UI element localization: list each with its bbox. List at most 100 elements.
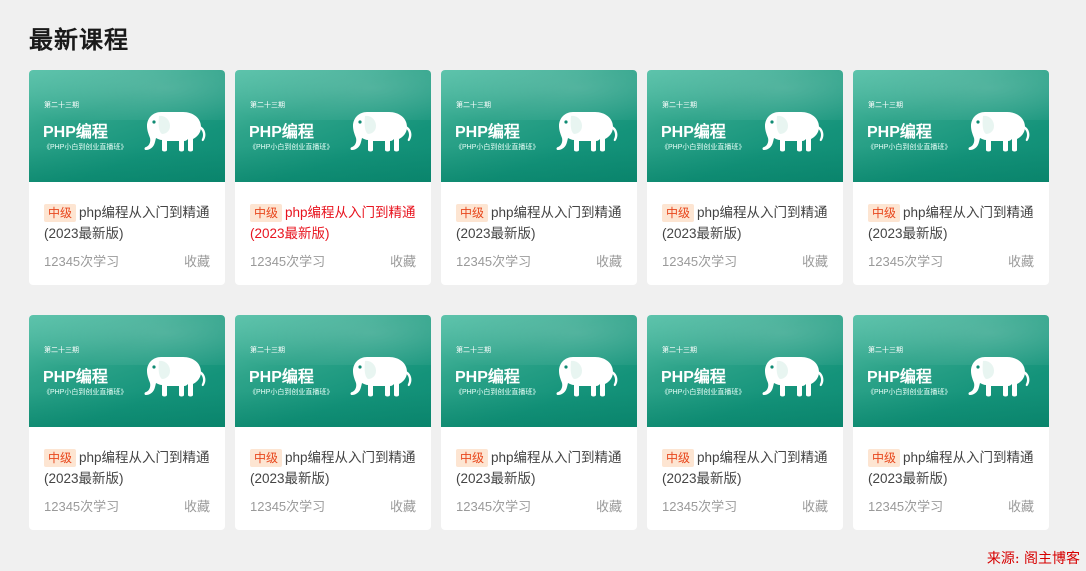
course-card[interactable]: 第二十三期 PHP编程 《PHP小白到创业直播班》 中级 php编程从入门到精通(… <box>29 70 225 285</box>
favorite-button[interactable]: 收藏 <box>184 496 210 515</box>
course-meta: 12345次学习 收藏 <box>662 251 828 270</box>
course-name[interactable]: 中级 php编程从入门到精通(2023最新版) <box>456 202 622 244</box>
course-card[interactable]: 第二十三期 PHP编程 《PHP小白到创业直播班》 中级 php编程从入门到精通(… <box>853 315 1049 530</box>
cover-title: PHP编程 <box>661 369 726 386</box>
favorite-button[interactable]: 收藏 <box>184 251 210 270</box>
cover-subtitle: 《PHP小白到创业直播班》 <box>43 144 128 151</box>
favorite-button[interactable]: 收藏 <box>596 251 622 270</box>
elephant-icon <box>350 357 412 397</box>
level-badge: 中级 <box>662 204 695 222</box>
course-name[interactable]: 中级 php编程从入门到精通(2023最新版) <box>44 202 210 244</box>
learner-count: 12345次学习 <box>662 254 738 269</box>
favorite-button[interactable]: 收藏 <box>802 251 828 270</box>
course-meta: 12345次学习 收藏 <box>44 496 210 515</box>
course-info: 中级 php编程从入门到精通(2023最新版) 12345次学习 收藏 <box>29 182 225 270</box>
course-cover[interactable]: 第二十三期 PHP编程 《PHP小白到创业直播班》 <box>853 315 1049 427</box>
elephant-icon <box>762 112 824 152</box>
learner-count: 12345次学习 <box>44 254 120 269</box>
learner-count: 12345次学习 <box>456 254 532 269</box>
course-info: 中级 php编程从入门到精通(2023最新版) 12345次学习 收藏 <box>29 427 225 515</box>
cover-title: PHP编程 <box>455 369 520 386</box>
course-info: 中级 php编程从入门到精通(2023最新版) 12345次学习 收藏 <box>853 182 1049 270</box>
cover-period: 第二十三期 <box>250 102 285 109</box>
course-name[interactable]: 中级 php编程从入门到精通(2023最新版) <box>250 447 416 489</box>
cover-title: PHP编程 <box>43 369 108 386</box>
course-meta: 12345次学习 收藏 <box>662 496 828 515</box>
level-badge: 中级 <box>868 449 901 467</box>
course-meta: 12345次学习 收藏 <box>250 251 416 270</box>
course-cover[interactable]: 第二十三期 PHP编程 《PHP小白到创业直播班》 <box>647 70 843 182</box>
favorite-button[interactable]: 收藏 <box>390 251 416 270</box>
cover-period: 第二十三期 <box>44 102 79 109</box>
cover-period: 第二十三期 <box>868 102 903 109</box>
favorite-button[interactable]: 收藏 <box>802 496 828 515</box>
course-card[interactable]: 第二十三期 PHP编程 《PHP小白到创业直播班》 中级 php编程从入门到精通(… <box>29 315 225 530</box>
learner-count: 12345次学习 <box>250 254 326 269</box>
cover-title: PHP编程 <box>867 369 932 386</box>
course-info: 中级 php编程从入门到精通(2023最新版) 12345次学习 收藏 <box>235 427 431 515</box>
course-card[interactable]: 第二十三期 PHP编程 《PHP小白到创业直播班》 中级 php编程从入门到精通(… <box>853 70 1049 285</box>
course-card[interactable]: 第二十三期 PHP编程 《PHP小白到创业直播班》 中级 php编程从入门到精通(… <box>647 315 843 530</box>
elephant-icon <box>556 357 618 397</box>
course-card[interactable]: 第二十三期 PHP编程 《PHP小白到创业直播班》 中级 php编程从入门到精通(… <box>235 315 431 530</box>
course-info: 中级 php编程从入门到精通(2023最新版) 12345次学习 收藏 <box>235 182 431 270</box>
cover-subtitle: 《PHP小白到创业直播班》 <box>249 389 334 396</box>
course-name[interactable]: 中级 php编程从入门到精通(2023最新版) <box>456 447 622 489</box>
cover-subtitle: 《PHP小白到创业直播班》 <box>455 144 540 151</box>
course-card[interactable]: 第二十三期 PHP编程 《PHP小白到创业直播班》 中级 php编程从入门到精通(… <box>235 70 431 285</box>
course-cover[interactable]: 第二十三期 PHP编程 《PHP小白到创业直播班》 <box>29 70 225 182</box>
course-name[interactable]: 中级 php编程从入门到精通(2023最新版) <box>250 202 416 244</box>
course-info: 中级 php编程从入门到精通(2023最新版) 12345次学习 收藏 <box>647 182 843 270</box>
course-info: 中级 php编程从入门到精通(2023最新版) 12345次学习 收藏 <box>441 427 637 515</box>
cover-period: 第二十三期 <box>250 347 285 354</box>
favorite-button[interactable]: 收藏 <box>596 496 622 515</box>
favorite-button[interactable]: 收藏 <box>1008 251 1034 270</box>
cover-period: 第二十三期 <box>868 347 903 354</box>
course-info: 中级 php编程从入门到精通(2023最新版) 12345次学习 收藏 <box>647 427 843 515</box>
elephant-icon <box>144 357 206 397</box>
course-card[interactable]: 第二十三期 PHP编程 《PHP小白到创业直播班》 中级 php编程从入门到精通(… <box>441 315 637 530</box>
learner-count: 12345次学习 <box>456 499 532 514</box>
cover-subtitle: 《PHP小白到创业直播班》 <box>661 144 746 151</box>
course-name[interactable]: 中级 php编程从入门到精通(2023最新版) <box>868 202 1034 244</box>
course-meta: 12345次学习 收藏 <box>868 496 1034 515</box>
course-cover[interactable]: 第二十三期 PHP编程 《PHP小白到创业直播班》 <box>29 315 225 427</box>
learner-count: 12345次学习 <box>250 499 326 514</box>
cover-subtitle: 《PHP小白到创业直播班》 <box>43 389 128 396</box>
course-meta: 12345次学习 收藏 <box>456 496 622 515</box>
learner-count: 12345次学习 <box>44 499 120 514</box>
cover-title: PHP编程 <box>249 124 314 141</box>
course-name[interactable]: 中级 php编程从入门到精通(2023最新版) <box>868 447 1034 489</box>
favorite-button[interactable]: 收藏 <box>390 496 416 515</box>
course-name[interactable]: 中级 php编程从入门到精通(2023最新版) <box>662 447 828 489</box>
level-badge: 中级 <box>868 204 901 222</box>
cover-title: PHP编程 <box>455 124 520 141</box>
course-cover[interactable]: 第二十三期 PHP编程 《PHP小白到创业直播班》 <box>235 70 431 182</box>
level-badge: 中级 <box>662 449 695 467</box>
course-cover[interactable]: 第二十三期 PHP编程 《PHP小白到创业直播班》 <box>853 70 1049 182</box>
course-cover[interactable]: 第二十三期 PHP编程 《PHP小白到创业直播班》 <box>441 315 637 427</box>
cover-period: 第二十三期 <box>662 102 697 109</box>
cover-subtitle: 《PHP小白到创业直播班》 <box>867 144 952 151</box>
cover-period: 第二十三期 <box>44 347 79 354</box>
cover-subtitle: 《PHP小白到创业直播班》 <box>867 389 952 396</box>
section-title: 最新课程 <box>29 27 129 54</box>
course-card[interactable]: 第二十三期 PHP编程 《PHP小白到创业直播班》 中级 php编程从入门到精通(… <box>647 70 843 285</box>
course-meta: 12345次学习 收藏 <box>868 251 1034 270</box>
level-badge: 中级 <box>456 204 489 222</box>
course-cover[interactable]: 第二十三期 PHP编程 《PHP小白到创业直播班》 <box>441 70 637 182</box>
course-info: 中级 php编程从入门到精通(2023最新版) 12345次学习 收藏 <box>853 427 1049 515</box>
level-badge: 中级 <box>44 449 77 467</box>
course-meta: 12345次学习 收藏 <box>250 496 416 515</box>
level-badge: 中级 <box>250 449 283 467</box>
course-cover[interactable]: 第二十三期 PHP编程 《PHP小白到创业直播班》 <box>235 315 431 427</box>
course-name[interactable]: 中级 php编程从入门到精通(2023最新版) <box>44 447 210 489</box>
course-card[interactable]: 第二十三期 PHP编程 《PHP小白到创业直播班》 中级 php编程从入门到精通(… <box>441 70 637 285</box>
course-name[interactable]: 中级 php编程从入门到精通(2023最新版) <box>662 202 828 244</box>
course-meta: 12345次学习 收藏 <box>44 251 210 270</box>
course-info: 中级 php编程从入门到精通(2023最新版) 12345次学习 收藏 <box>441 182 637 270</box>
favorite-button[interactable]: 收藏 <box>1008 496 1034 515</box>
course-cover[interactable]: 第二十三期 PHP编程 《PHP小白到创业直播班》 <box>647 315 843 427</box>
cover-subtitle: 《PHP小白到创业直播班》 <box>661 389 746 396</box>
cover-period: 第二十三期 <box>456 102 491 109</box>
